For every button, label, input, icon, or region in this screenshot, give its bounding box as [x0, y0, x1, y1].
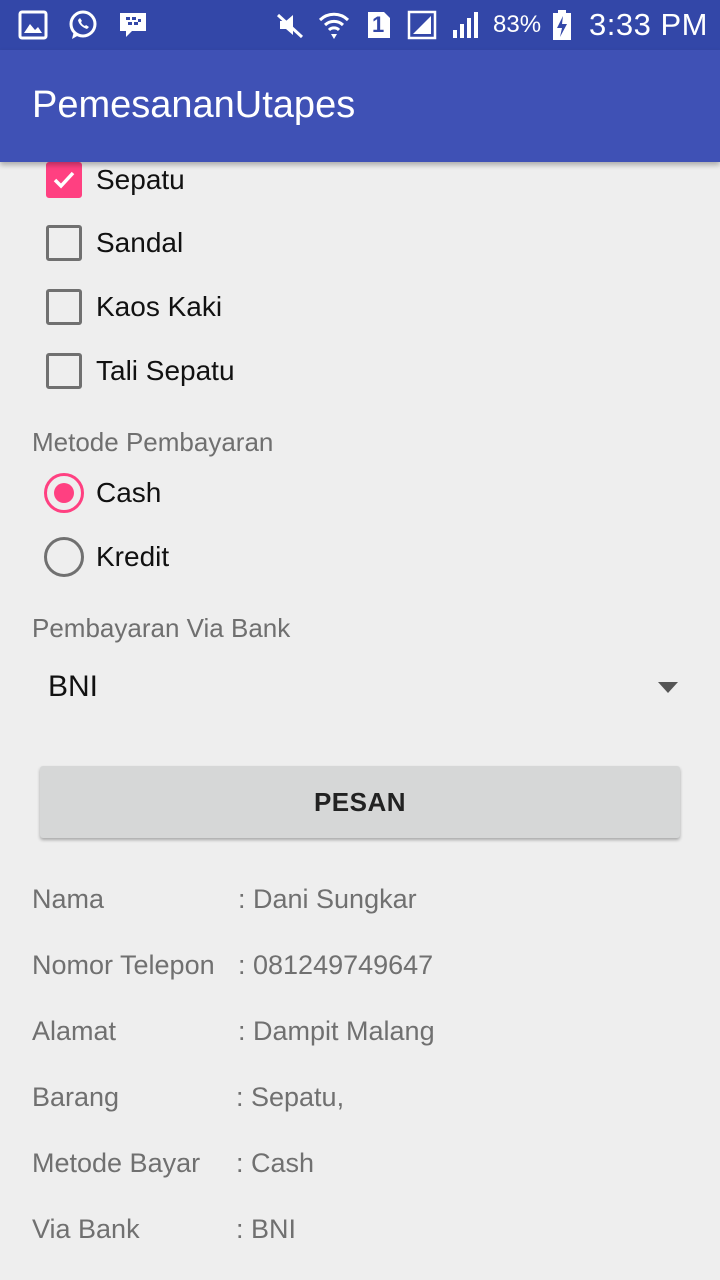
summary-row-bank: Via Bank : BNI [32, 1214, 692, 1254]
signal-icon [449, 8, 483, 42]
mute-icon [273, 8, 307, 42]
gallery-icon [16, 8, 50, 42]
app-title: PemesananUtapes [32, 84, 356, 126]
status-bar: 1 83% 3:33 PM [0, 0, 720, 50]
wifi-icon [317, 8, 351, 42]
checkbox-kaos-kaki[interactable]: Kaos Kaki [0, 275, 720, 339]
summary-value: : Cash [236, 1148, 315, 1178]
battery-percent: 83% [493, 11, 542, 38]
order-form[interactable]: Sepatu Sandal Kaos Kaki Tali Sepatu Meto… [0, 162, 720, 1280]
app-bar: PemesananUtapes [0, 50, 720, 162]
bank-label: Pembayaran Via Bank [32, 613, 291, 643]
sim-icon: 1 [361, 8, 395, 42]
summary-value: : 081249749647 [238, 950, 434, 980]
system-icons: 1 83% 3:33 PM [273, 4, 708, 46]
clock: 3:33 PM [589, 7, 708, 42]
checkbox-label: Sepatu [96, 164, 185, 195]
dropdown-arrow-icon[interactable] [658, 682, 678, 693]
checkbox-sandal[interactable]: Sandal [0, 211, 720, 275]
radio-icon[interactable] [44, 537, 84, 577]
battery-charging-icon [551, 8, 573, 42]
checkbox-label: Kaos Kaki [96, 291, 223, 322]
summary-value: : BNI [236, 1214, 297, 1244]
checkbox-label: Tali Sepatu [96, 355, 235, 386]
summary-row-telepon: Nomor Telepon : 081249749647 [32, 950, 692, 990]
checkbox-label: Sandal [96, 227, 184, 258]
checkbox-tali-sepatu[interactable]: Tali Sepatu [0, 339, 720, 403]
payment-method-label: Metode Pembayaran [32, 427, 274, 457]
signal-icon [405, 8, 439, 42]
radio-kredit[interactable]: Kredit [0, 525, 720, 589]
checkbox-sepatu[interactable]: Sepatu [0, 162, 720, 212]
screen: 1 83% 3:33 PM PemesananUtapes Sepatu San… [0, 0, 720, 1280]
notification-icons [16, 6, 150, 44]
summary-value: : Dampit Malang [238, 1016, 435, 1046]
summary-key: Nomor Telepon [32, 950, 215, 980]
summary-key: Via Bank [32, 1214, 140, 1244]
checkbox-icon[interactable] [46, 353, 82, 389]
bbm-icon [116, 8, 150, 42]
summary-row-metode: Metode Bayar : Cash [32, 1148, 692, 1188]
checkbox-icon[interactable] [46, 225, 82, 261]
summary-key: Metode Bayar [32, 1148, 201, 1178]
summary-value: : Dani Sungkar [238, 884, 417, 914]
summary-row-barang: Barang : Sepatu, [32, 1082, 692, 1122]
summary-row-alamat: Alamat : Dampit Malang [32, 1016, 692, 1056]
bank-dropdown-value: BNI [48, 670, 99, 703]
summary-key: Nama [32, 884, 105, 914]
summary-key: Barang [32, 1082, 120, 1112]
summary-row-nama: Nama : Dani Sungkar [32, 884, 692, 924]
checkbox-icon[interactable] [46, 289, 82, 325]
whatsapp-icon [66, 8, 100, 42]
bank-dropdown[interactable]: BNI [32, 654, 688, 724]
radio-label: Cash [96, 477, 162, 508]
sim-number: 1 [372, 12, 385, 37]
radio-label: Kredit [96, 541, 170, 572]
radio-selected-icon[interactable] [44, 473, 84, 513]
checkbox-checked-icon[interactable] [46, 162, 82, 198]
radio-cash[interactable]: Cash [0, 461, 720, 525]
pesan-button[interactable]: PESAN [40, 766, 680, 838]
summary-value: : Sepatu, [236, 1082, 345, 1112]
summary-key: Alamat [32, 1016, 117, 1046]
